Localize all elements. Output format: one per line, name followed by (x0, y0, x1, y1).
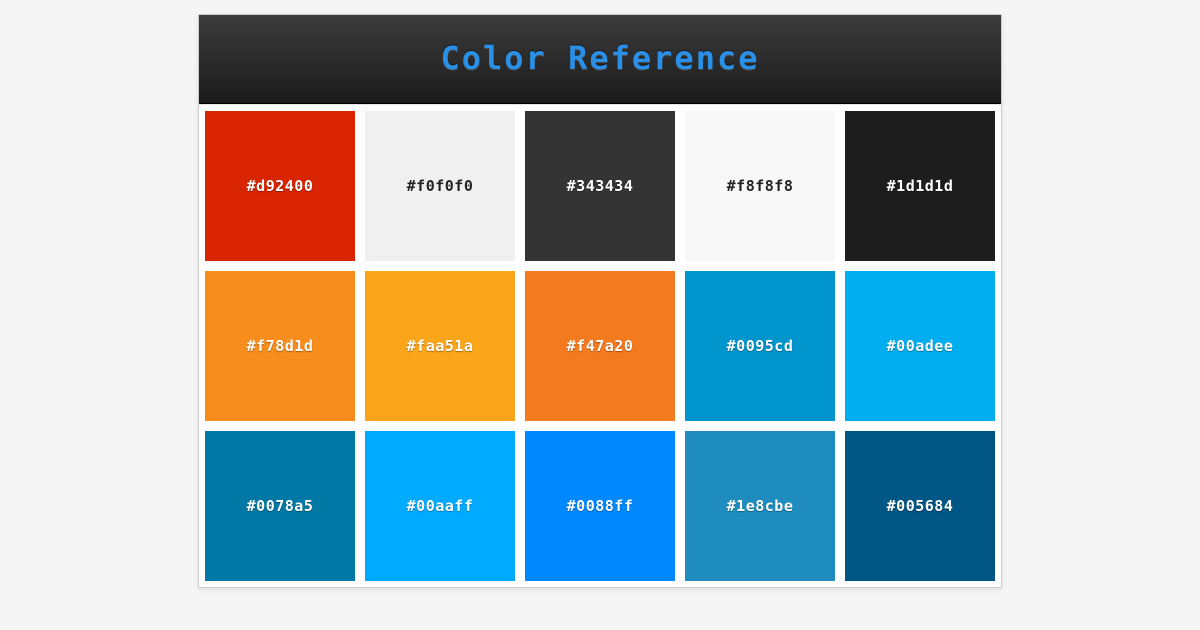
swatch-hex-label: #0078a5 (247, 497, 314, 515)
color-swatch: #f0f0f0 (365, 111, 515, 261)
swatch-hex-label: #faa51a (407, 337, 474, 355)
color-swatch: #1e8cbe (685, 431, 835, 581)
color-swatch: #1d1d1d (845, 111, 995, 261)
color-swatch: #00aaff (365, 431, 515, 581)
swatch-hex-label: #d92400 (247, 177, 314, 195)
color-swatch: #f47a20 (525, 271, 675, 421)
color-swatch: #005684 (845, 431, 995, 581)
swatch-grid-wrap: #d92400 #f0f0f0 #343434 #f8f8f8 #1d1d1d #f78d… (199, 104, 1001, 587)
swatch-grid: #d92400 #f0f0f0 #343434 #f8f8f8 #1d1d1d #f78d… (205, 111, 995, 581)
panel-header: Color Reference (199, 15, 1001, 104)
swatch-hex-label: #00adee (887, 337, 954, 355)
color-swatch: #343434 (525, 111, 675, 261)
swatch-hex-label: #f47a20 (567, 337, 634, 355)
color-swatch: #0088ff (525, 431, 675, 581)
swatch-hex-label: #0095cd (727, 337, 794, 355)
swatch-hex-label: #f0f0f0 (407, 177, 474, 195)
swatch-hex-label: #00aaff (407, 497, 474, 515)
color-swatch: #d92400 (205, 111, 355, 261)
swatch-hex-label: #1e8cbe (727, 497, 794, 515)
swatch-hex-label: #0088ff (567, 497, 634, 515)
color-swatch: #0095cd (685, 271, 835, 421)
color-swatch: #0078a5 (205, 431, 355, 581)
color-swatch: #f78d1d (205, 271, 355, 421)
color-reference-panel: Color Reference #d92400 #f0f0f0 #343434 #f8… (198, 14, 1002, 588)
swatch-hex-label: #343434 (567, 177, 634, 195)
color-swatch: #f8f8f8 (685, 111, 835, 261)
swatch-hex-label: #f78d1d (247, 337, 314, 355)
color-swatch: #faa51a (365, 271, 515, 421)
swatch-hex-label: #005684 (887, 497, 954, 515)
swatch-hex-label: #f8f8f8 (727, 177, 794, 195)
swatch-hex-label: #1d1d1d (887, 177, 954, 195)
color-swatch: #00adee (845, 271, 995, 421)
page-title: Color Reference (209, 39, 991, 77)
